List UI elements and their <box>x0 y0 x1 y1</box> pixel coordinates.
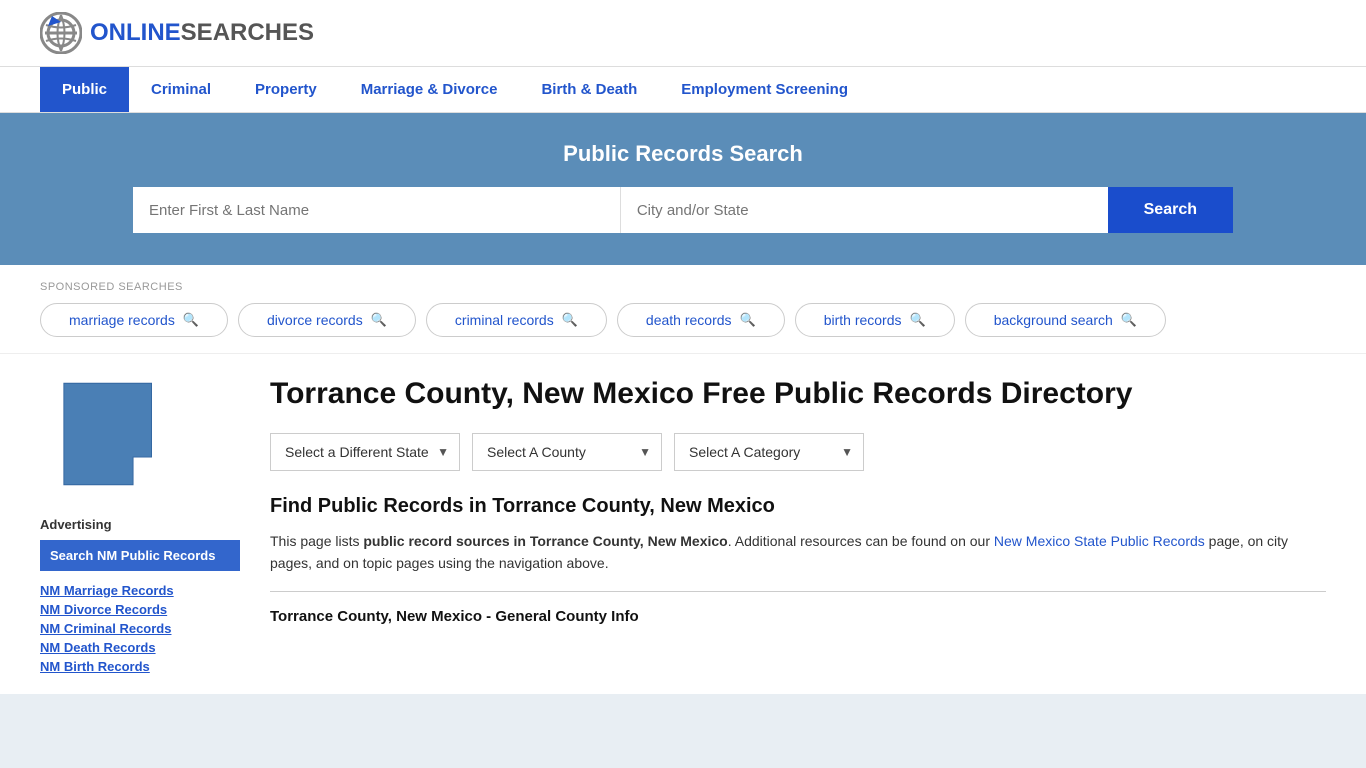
logo-online: ONLINE <box>90 19 181 46</box>
description-paragraph: This page lists public record sources in… <box>270 530 1326 575</box>
sidebar-link-divorce[interactable]: NM Divorce Records <box>40 602 240 617</box>
sidebar-links: NM Marriage Records NM Divorce Records N… <box>40 583 240 674</box>
location-input[interactable] <box>621 187 1108 233</box>
sponsored-label: SPONSORED SEARCHES <box>40 281 1326 293</box>
logo-searches: SEARCHES <box>181 19 314 46</box>
pill-background-search[interactable]: background search 🔍 <box>965 303 1166 337</box>
sidebar: Advertising Search NM Public Records NM … <box>40 374 240 674</box>
search-icon: 🔍 <box>1121 312 1137 328</box>
nav-item-criminal[interactable]: Criminal <box>129 67 233 112</box>
pill-label: divorce records <box>267 312 363 328</box>
chevron-down-icon: ▼ <box>841 445 853 459</box>
nav-item-marriage-divorce[interactable]: Marriage & Divorce <box>339 67 520 112</box>
main-nav: Public Criminal Property Marriage & Divo… <box>0 67 1366 113</box>
sidebar-link-death[interactable]: NM Death Records <box>40 640 240 655</box>
desc-text-1: This page lists <box>270 533 363 549</box>
nav-item-birth-death[interactable]: Birth & Death <box>519 67 659 112</box>
pill-label: death records <box>646 312 732 328</box>
sponsored-section: SPONSORED SEARCHES marriage records 🔍 di… <box>0 265 1366 354</box>
search-icon: 🔍 <box>562 312 578 328</box>
sponsored-pills: marriage records 🔍 divorce records 🔍 cri… <box>40 303 1326 337</box>
pill-birth-records[interactable]: birth records 🔍 <box>795 303 955 337</box>
section-divider <box>270 591 1326 592</box>
header: ONLINESEARCHES <box>0 0 1366 67</box>
sidebar-link-marriage[interactable]: NM Marriage Records <box>40 583 240 598</box>
state-map-nm <box>40 374 180 494</box>
advertising-label: Advertising <box>40 517 240 532</box>
hero-search-bar: Search <box>133 187 1233 233</box>
find-records-heading: Find Public Records in Torrance County, … <box>270 495 1326 518</box>
logo-icon <box>40 12 82 54</box>
pill-criminal-records[interactable]: criminal records 🔍 <box>426 303 607 337</box>
dropdowns-row: Select a Different State ▼ Select A Coun… <box>270 433 1326 471</box>
logo-text: ONLINESEARCHES <box>90 19 314 47</box>
desc-bold: public record sources in Torrance County… <box>363 533 727 549</box>
desc-text-2: . Additional resources can be found on o… <box>728 533 994 549</box>
search-icon: 🔍 <box>371 312 387 328</box>
sidebar-link-birth[interactable]: NM Birth Records <box>40 659 240 674</box>
sidebar-link-criminal[interactable]: NM Criminal Records <box>40 621 240 636</box>
nav-item-employment[interactable]: Employment Screening <box>659 67 870 112</box>
nm-records-link[interactable]: New Mexico State Public Records <box>994 533 1205 549</box>
state-dropdown-wrapper: Select a Different State ▼ <box>270 433 460 471</box>
main-content: Torrance County, New Mexico Free Public … <box>270 374 1326 674</box>
pill-death-records[interactable]: death records 🔍 <box>617 303 785 337</box>
search-icon: 🔍 <box>910 312 926 328</box>
pill-label: birth records <box>824 312 902 328</box>
hero-title: Public Records Search <box>40 141 1326 167</box>
pill-divorce-records[interactable]: divorce records 🔍 <box>238 303 416 337</box>
page-title: Torrance County, New Mexico Free Public … <box>270 374 1326 413</box>
pill-label: background search <box>994 312 1113 328</box>
category-dropdown-wrapper: Select A Category ▼ <box>674 433 864 471</box>
general-info-heading: Torrance County, New Mexico - General Co… <box>270 608 1326 625</box>
search-icon: 🔍 <box>740 312 756 328</box>
search-icon: 🔍 <box>183 312 199 328</box>
pill-label: marriage records <box>69 312 175 328</box>
search-button[interactable]: Search <box>1108 187 1233 233</box>
chevron-down-icon: ▼ <box>639 445 651 459</box>
county-dropdown[interactable]: Select A County <box>483 436 639 468</box>
county-dropdown-wrapper: Select A County ▼ <box>472 433 662 471</box>
pill-marriage-records[interactable]: marriage records 🔍 <box>40 303 228 337</box>
logo: ONLINESEARCHES <box>40 12 314 54</box>
pill-label: criminal records <box>455 312 554 328</box>
state-dropdown[interactable]: Select a Different State <box>281 436 437 468</box>
nav-item-property[interactable]: Property <box>233 67 339 112</box>
content-area: Advertising Search NM Public Records NM … <box>0 354 1366 694</box>
ad-box[interactable]: Search NM Public Records <box>40 540 240 571</box>
name-input[interactable] <box>133 187 621 233</box>
chevron-down-icon: ▼ <box>437 445 449 459</box>
nav-item-public[interactable]: Public <box>40 67 129 112</box>
category-dropdown[interactable]: Select A Category <box>685 436 841 468</box>
hero-section: Public Records Search Search <box>0 113 1366 265</box>
